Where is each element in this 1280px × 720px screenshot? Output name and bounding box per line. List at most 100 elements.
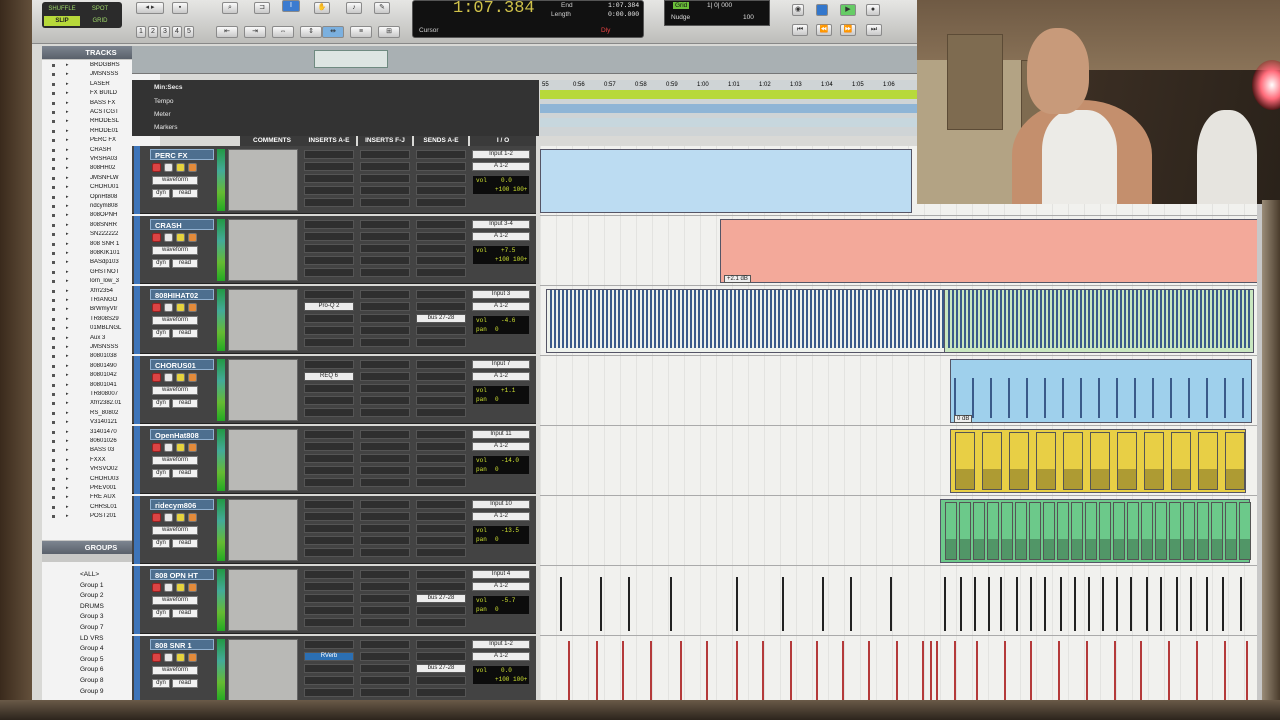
clip-region[interactable] bbox=[1057, 502, 1069, 560]
insertion-follows-button[interactable]: ⇹ bbox=[322, 26, 344, 38]
send-slot-empty[interactable] bbox=[416, 384, 466, 393]
send-slot-empty[interactable] bbox=[416, 548, 466, 557]
mirror-editing-button[interactable]: ⇥ bbox=[244, 26, 266, 38]
pan-value[interactable]: 0 bbox=[495, 326, 499, 333]
volume-pan-display[interactable]: vol -14.0 pan 0 bbox=[472, 455, 530, 475]
insert-slot[interactable]: RVerb bbox=[304, 652, 354, 661]
insert-slot-empty[interactable] bbox=[304, 664, 354, 673]
comments-field[interactable] bbox=[228, 499, 298, 561]
insert-slot-empty[interactable] bbox=[360, 500, 410, 509]
return-to-zero-button[interactable]: ⏮ bbox=[792, 24, 808, 36]
mute-button[interactable] bbox=[188, 233, 197, 242]
insert-slot-empty[interactable] bbox=[360, 268, 410, 277]
playlist-selector[interactable]: dyn bbox=[152, 259, 170, 268]
meter-lane[interactable] bbox=[540, 104, 922, 113]
automation-mode-selector[interactable]: read bbox=[172, 329, 198, 338]
record-enable-button[interactable] bbox=[152, 373, 161, 382]
timeline-ruler[interactable]: 55 0:56 0:57 0:58 0:59 1:00 1:01 1:02 1:03 1:04 1:… bbox=[540, 80, 922, 136]
send-slot-empty[interactable] bbox=[416, 396, 466, 405]
send-slot-empty[interactable] bbox=[416, 500, 466, 509]
send-slot-empty[interactable] bbox=[416, 582, 466, 591]
clip-region[interactable] bbox=[1015, 502, 1027, 560]
insert-slot-empty[interactable] bbox=[304, 536, 354, 545]
track-name[interactable]: OpenHat808 bbox=[150, 429, 214, 440]
input-selector[interactable]: Input 3-4 bbox=[472, 220, 530, 229]
input-monitor-button[interactable] bbox=[164, 583, 173, 592]
send-slot-empty[interactable] bbox=[416, 442, 466, 451]
send-slot[interactable]: bus 27-28 bbox=[416, 314, 466, 323]
insert-slot-empty[interactable] bbox=[304, 408, 354, 417]
pan-value[interactable]: 0 bbox=[495, 466, 499, 473]
audio-clip[interactable] bbox=[540, 149, 912, 213]
input-selector[interactable]: Input 11 bbox=[472, 430, 530, 439]
nudge-value[interactable]: 100 bbox=[743, 14, 754, 21]
insert-slot-empty[interactable] bbox=[360, 408, 410, 417]
audio-clip[interactable] bbox=[546, 289, 946, 353]
insert-slot-empty[interactable] bbox=[304, 454, 354, 463]
end-value[interactable]: 1:07.384 bbox=[608, 2, 639, 9]
insert-slot-empty[interactable] bbox=[360, 232, 410, 241]
send-slot-empty[interactable] bbox=[416, 570, 466, 579]
clip-region[interactable] bbox=[1071, 502, 1083, 560]
record-button[interactable]: ● bbox=[866, 4, 880, 16]
track-list-item[interactable]: PERC FX bbox=[42, 137, 160, 145]
zoom-preset-5[interactable]: 5 bbox=[184, 26, 194, 38]
input-monitor-button[interactable] bbox=[164, 373, 173, 382]
insert-slot-empty[interactable] bbox=[360, 454, 410, 463]
playlist-selector[interactable]: dyn bbox=[152, 609, 170, 618]
overview-window[interactable] bbox=[314, 50, 388, 68]
automation-mode-selector[interactable]: read bbox=[172, 189, 198, 198]
send-slot[interactable]: bus 27-28 bbox=[416, 664, 466, 673]
insert-slot-empty[interactable] bbox=[304, 174, 354, 183]
automation-mode-selector[interactable]: read bbox=[172, 259, 198, 268]
zoom-preset-3[interactable]: 3 bbox=[160, 26, 170, 38]
tempo-lane[interactable] bbox=[540, 90, 922, 99]
comments-field[interactable] bbox=[228, 289, 298, 351]
trim-tool-icon[interactable]: ⊐ bbox=[254, 2, 270, 14]
solo-button[interactable] bbox=[176, 303, 185, 312]
clip-region[interactable] bbox=[1155, 502, 1167, 560]
keyboard-focus-button[interactable]: ≡ bbox=[350, 26, 372, 38]
clip-gain-label[interactable]: +2.1 dB bbox=[724, 275, 751, 283]
playlist-selector[interactable]: dyn bbox=[152, 329, 170, 338]
edit-lane[interactable]: +2.1 dB bbox=[540, 216, 1260, 286]
edit-lane[interactable] bbox=[540, 496, 1260, 566]
length-value[interactable]: 0:00.000 bbox=[608, 11, 639, 18]
record-enable-button[interactable] bbox=[152, 303, 161, 312]
volume-value[interactable]: -4.6 bbox=[501, 317, 515, 324]
input-selector[interactable]: Input 4 bbox=[472, 570, 530, 579]
track-name[interactable]: 808 SNR 1 bbox=[150, 639, 214, 650]
audio-clip[interactable] bbox=[720, 219, 1260, 283]
pan-value[interactable]: +100 100+ bbox=[495, 256, 527, 263]
insert-slot-empty[interactable] bbox=[304, 314, 354, 323]
solo-button[interactable] bbox=[176, 163, 185, 172]
volume-pan-display[interactable]: vol -4.6 pan 0 bbox=[472, 315, 530, 335]
send-slot-empty[interactable] bbox=[416, 454, 466, 463]
send-slot-empty[interactable] bbox=[416, 150, 466, 159]
solo-button[interactable] bbox=[176, 583, 185, 592]
volume-value[interactable]: -13.5 bbox=[501, 527, 519, 534]
clip-region[interactable] bbox=[1117, 432, 1137, 490]
solo-button[interactable] bbox=[176, 373, 185, 382]
track-name[interactable]: ridecym806 bbox=[150, 499, 214, 510]
send-slot-empty[interactable] bbox=[416, 198, 466, 207]
clip-gain-label[interactable]: 0 dB bbox=[954, 415, 973, 423]
zoom-preset-button[interactable]: ▪ bbox=[172, 2, 188, 14]
volume-pan-display[interactable]: vol 0.0 +100 100+ bbox=[472, 665, 530, 685]
solo-button[interactable] bbox=[176, 653, 185, 662]
insert-slot-empty[interactable] bbox=[360, 548, 410, 557]
insert-slot-empty[interactable] bbox=[360, 372, 410, 381]
insert-slot-empty[interactable] bbox=[304, 198, 354, 207]
automation-mode-selector[interactable]: read bbox=[172, 539, 198, 548]
volume-pan-display[interactable]: vol -5.7 pan 0 bbox=[472, 595, 530, 615]
insert-slot-empty[interactable] bbox=[304, 640, 354, 649]
mute-button[interactable] bbox=[188, 163, 197, 172]
insert-slot-empty[interactable] bbox=[360, 186, 410, 195]
insert-slot-empty[interactable] bbox=[304, 478, 354, 487]
clip-region[interactable] bbox=[1183, 502, 1195, 560]
clip-region[interactable] bbox=[1197, 502, 1209, 560]
clip-region[interactable] bbox=[1198, 432, 1218, 490]
rewind-button[interactable]: ⏪ bbox=[816, 24, 832, 36]
clip-region[interactable] bbox=[955, 432, 975, 490]
insert-slot-empty[interactable] bbox=[304, 338, 354, 347]
